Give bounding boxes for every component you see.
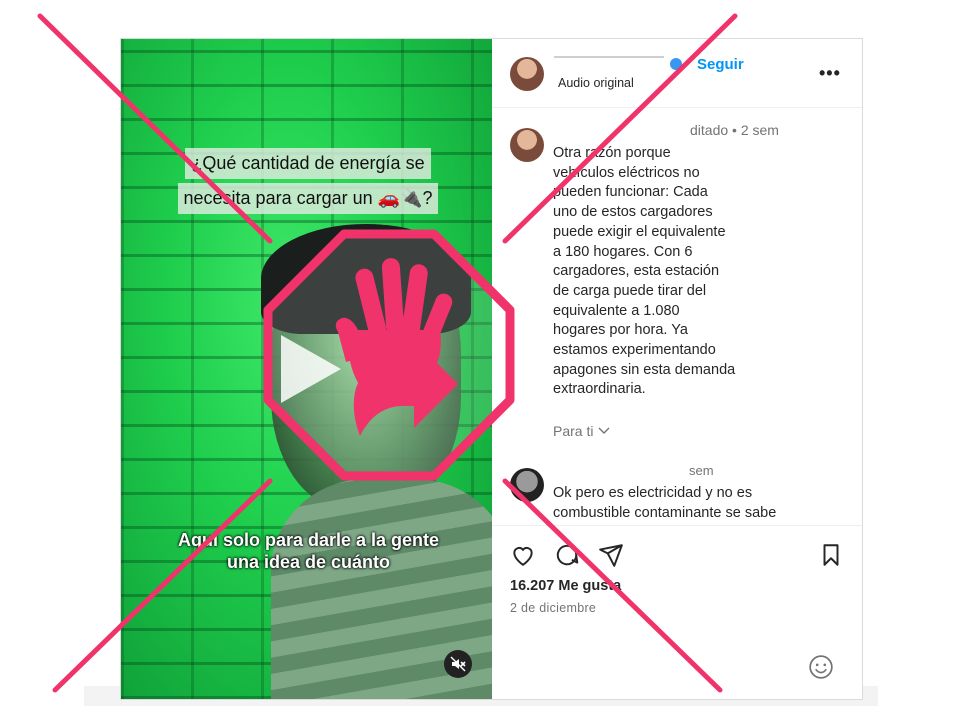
video-player[interactable]: ¿Qué cantidad de energía se necesita par…	[121, 39, 492, 699]
caption-top-line: necesita para cargar un 🚗🔌?	[177, 183, 439, 214]
caption-line: de carga puede tirar del	[553, 282, 707, 299]
caption-line: pueden funcionar: Cada	[553, 184, 708, 201]
comment-meta: ditado • 2 sem	[690, 122, 779, 138]
audio-label[interactable]: Audio original	[558, 76, 634, 90]
comment-line: Ok pero es electricidad y no es	[553, 485, 753, 501]
video-caption-top: ¿Qué cantidad de energía se necesita par…	[177, 146, 439, 216]
caption-line: hogares por hora. Ya	[553, 322, 688, 339]
likes-count[interactable]: 16.207 Me gusta	[510, 578, 621, 594]
post-side-panel: Seguir Audio original ••• ditado • 2 sem…	[492, 39, 862, 699]
bookmark-icon[interactable]	[818, 542, 844, 568]
caption-line: Otra razón porque	[553, 145, 671, 161]
person-cap	[261, 224, 471, 334]
caption-bottom-line: Aquí solo para darle a la gente	[177, 530, 440, 550]
caption-line: cargadores, esta estación	[553, 263, 720, 280]
caption-line: equivalente a 1.080	[553, 302, 680, 319]
emoji-icon[interactable]	[808, 654, 834, 680]
post-date: 2 de diciembre	[510, 601, 597, 615]
username-obscured[interactable]	[554, 53, 664, 61]
share-icon[interactable]	[598, 542, 624, 568]
video-caption-bottom: Aquí solo para darle a la gente una idea…	[141, 529, 476, 573]
comment-avatar[interactable]	[510, 468, 544, 502]
avatar[interactable]	[510, 57, 544, 91]
caption-line: extraordinaria.	[553, 381, 646, 398]
comment-text: Ok pero es electricidad y no es combusti…	[553, 483, 823, 523]
follow-button[interactable]: Seguir	[697, 56, 744, 73]
mute-button[interactable]	[444, 650, 472, 678]
verified-badge-icon	[670, 58, 682, 70]
caption-line: a 180 hogares. Con 6	[553, 243, 693, 260]
caption-top-line: ¿Qué cantidad de energía se	[185, 148, 431, 179]
heart-icon[interactable]	[510, 542, 536, 568]
para-ti-label: Para ti	[553, 423, 594, 439]
more-options-icon[interactable]: •••	[819, 63, 841, 84]
comment-avatar[interactable]	[510, 128, 544, 162]
caption-line: apagones sin esta demanda	[553, 361, 736, 378]
caption-line: uno de estos cargadores	[553, 204, 713, 221]
para-ti-link[interactable]: Para ti	[553, 423, 611, 439]
caption-bottom-line: una idea de cuánto	[226, 552, 391, 572]
comment-line: combustible contaminante se sabe	[553, 505, 777, 521]
play-icon[interactable]	[277, 331, 345, 407]
caption-line: puede exigir el equivalente	[553, 223, 726, 240]
mute-icon	[450, 656, 466, 672]
comment-meta: sem	[689, 463, 714, 478]
caption-line: vehículos eléctricos no	[553, 164, 700, 181]
post-header: Seguir Audio original •••	[492, 39, 862, 108]
caption-line: estamos experimentando	[553, 342, 716, 359]
comments-section: ditado • 2 sem Otra razón porque vehícul…	[492, 108, 862, 525]
caption-text: Otra razón porque vehículos eléctricos n…	[553, 144, 768, 400]
instagram-post: ¿Qué cantidad de energía se necesita par…	[120, 38, 863, 700]
chevron-down-icon	[598, 427, 610, 434]
comment-icon[interactable]	[554, 542, 580, 568]
action-bar: 16.207 Me gusta 2 de diciembre	[492, 525, 862, 700]
